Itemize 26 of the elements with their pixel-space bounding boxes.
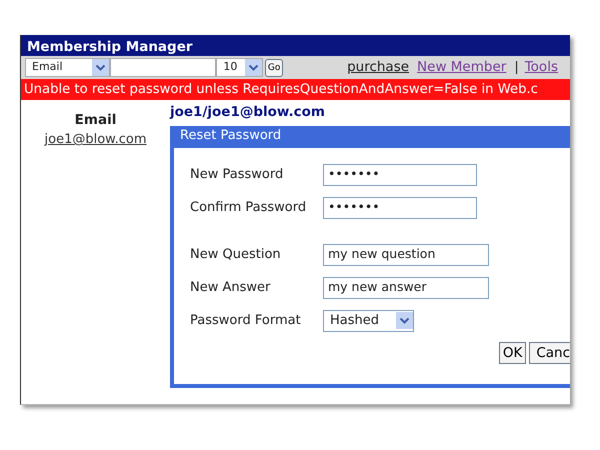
dialog-button[interactable]: OK bbox=[498, 342, 526, 364]
text-field[interactable]: ••••••• bbox=[323, 196, 477, 219]
text-field[interactable]: ••••••• bbox=[323, 164, 477, 186]
text-field[interactable]: my new answer bbox=[323, 276, 489, 299]
toolbar-link[interactable]: New Member bbox=[417, 57, 506, 78]
toolbar-link[interactable]: purchase bbox=[347, 57, 410, 78]
field-label: New Password bbox=[190, 166, 284, 184]
column-heading: Email bbox=[74, 111, 118, 130]
format-select[interactable]: Hashed bbox=[323, 310, 414, 332]
go-button[interactable]: Go bbox=[264, 58, 284, 76]
page-size-select[interactable]: 10 bbox=[216, 58, 263, 77]
error-message: Unable to reset password unless RequiresQuestionAndAnswer=False in Web.c bbox=[21, 79, 570, 100]
filter-select[interactable]: Email bbox=[25, 58, 110, 77]
link-separator: | bbox=[514, 58, 519, 77]
email-link[interactable]: joe1@blow.com bbox=[44, 130, 146, 150]
field-label: Confirm Password bbox=[190, 199, 308, 217]
field-label: Password Format bbox=[190, 312, 302, 330]
toolbar-link[interactable]: Tools bbox=[524, 57, 558, 78]
window-title: Membership Manager bbox=[21, 35, 570, 56]
dialog-button[interactable]: Canc bbox=[529, 342, 570, 364]
dialog-title: Reset Password bbox=[174, 126, 570, 148]
field-label: New Answer bbox=[190, 279, 272, 297]
text-field[interactable]: my new question bbox=[323, 244, 489, 266]
field-label: New Question bbox=[190, 246, 282, 264]
member-heading: joe1/joe1@blow.com bbox=[170, 103, 326, 122]
search-field[interactable] bbox=[110, 58, 216, 77]
